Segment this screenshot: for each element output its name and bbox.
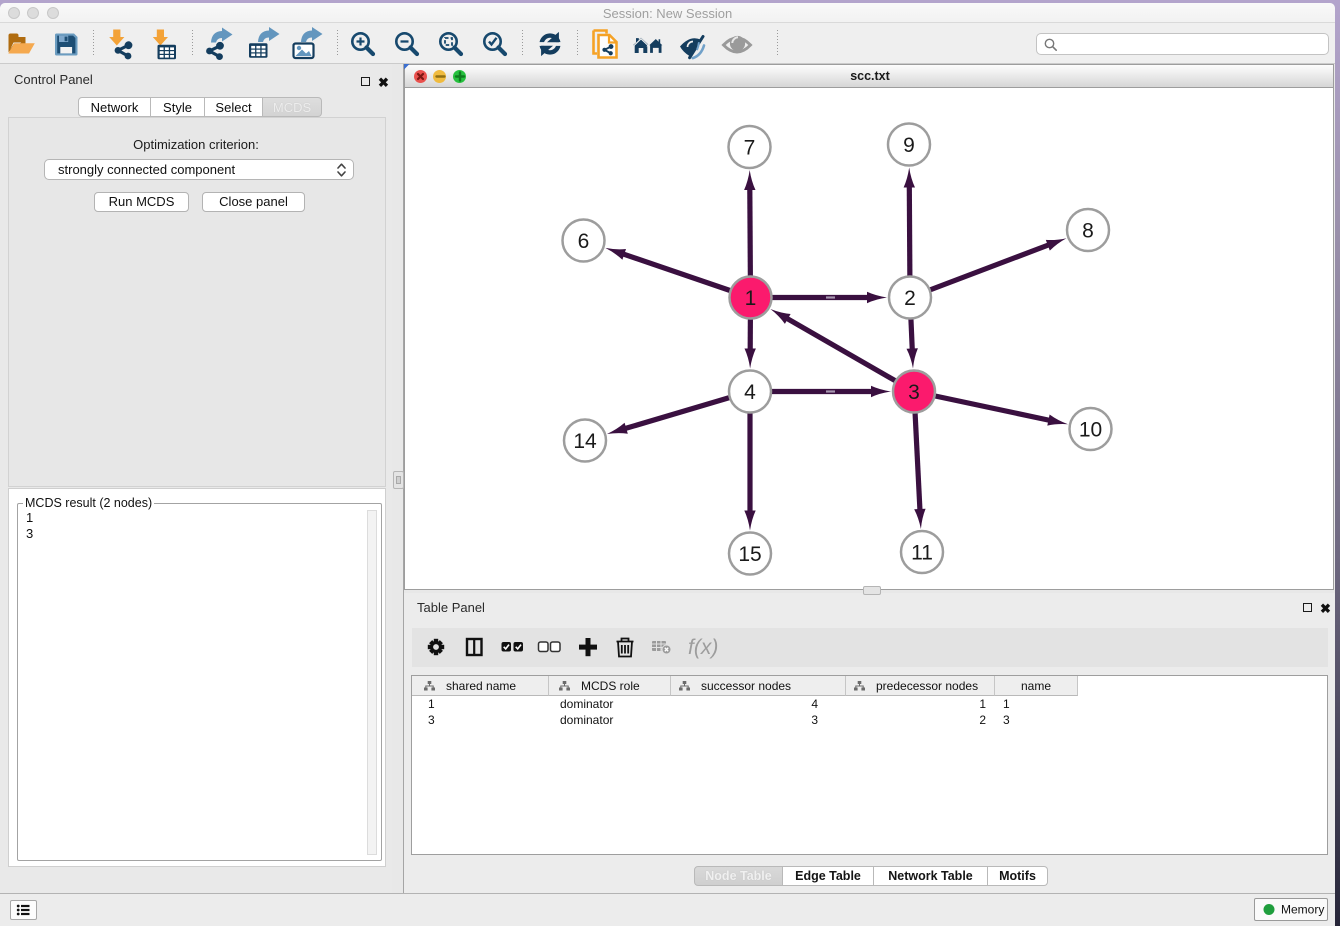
svg-text:11: 11 xyxy=(911,542,933,565)
svg-text:f(x): f(x) xyxy=(688,636,718,659)
svg-text:1: 1 xyxy=(745,287,757,310)
svg-text:4: 4 xyxy=(744,381,756,404)
svg-text:7: 7 xyxy=(744,137,756,160)
svg-text:Memory: Memory xyxy=(1281,903,1324,917)
svg-text:14: 14 xyxy=(573,430,597,453)
svg-text:2: 2 xyxy=(904,287,916,310)
svg-text:10: 10 xyxy=(1079,419,1102,442)
svg-text:8: 8 xyxy=(1082,220,1094,243)
svg-text:15: 15 xyxy=(738,543,761,566)
svg-text:9: 9 xyxy=(903,134,915,157)
svg-text:3: 3 xyxy=(908,381,920,404)
svg-text:6: 6 xyxy=(578,230,590,253)
